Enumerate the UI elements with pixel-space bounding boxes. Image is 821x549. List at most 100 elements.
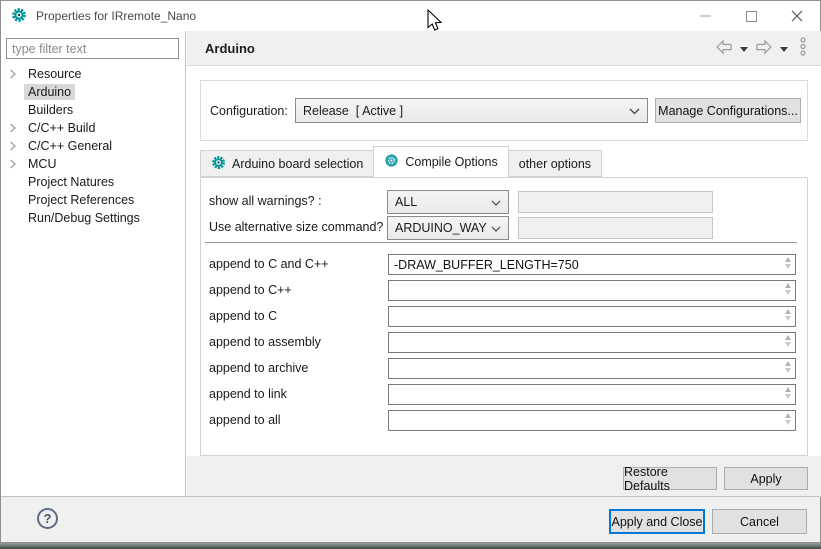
append-assembly-label: append to assembly xyxy=(209,335,321,349)
tab-bar: Arduino board selection Compile Options … xyxy=(200,146,601,177)
main-panel: Arduino xyxy=(187,31,821,497)
configuration-select[interactable]: Release [ Active ] xyxy=(295,98,648,123)
show-all-warnings-select[interactable]: ALL xyxy=(387,190,509,214)
forward-history-caret-icon[interactable] xyxy=(780,41,788,55)
window-drop-shadow xyxy=(0,543,821,549)
sidebar-item-resource[interactable]: Resource xyxy=(1,65,185,83)
app-gear-icon xyxy=(11,7,27,26)
sidebar-item-arduino[interactable]: Arduino xyxy=(1,83,185,101)
compile-gear-icon xyxy=(384,153,399,171)
append-assembly-input[interactable] xyxy=(388,332,796,353)
append-c-input[interactable] xyxy=(388,306,796,327)
configuration-group: Configuration: Release [ Active ] Manage… xyxy=(200,80,808,141)
chevron-right-icon[interactable] xyxy=(9,123,24,133)
tab-label: other options xyxy=(519,157,591,171)
sidebar-item-project-references[interactable]: Project References xyxy=(1,191,185,209)
size-command-select[interactable]: ARDUINO_WAY xyxy=(387,216,509,240)
help-icon[interactable]: ? xyxy=(37,508,58,529)
restore-defaults-button[interactable]: Restore Defaults xyxy=(623,467,717,490)
append-cpp-field xyxy=(388,280,796,301)
section-divider xyxy=(205,242,797,244)
cancel-button[interactable]: Cancel xyxy=(712,509,807,534)
append-all-field xyxy=(388,410,796,431)
minimize-button[interactable] xyxy=(682,1,728,31)
tree-item-label: Project Natures xyxy=(24,174,118,190)
chevron-down-icon xyxy=(629,104,640,118)
append-link-label: append to link xyxy=(209,387,287,401)
minimize-icon xyxy=(700,15,711,17)
spinner-icon xyxy=(783,335,793,347)
show-all-warnings-label: show all warnings? : xyxy=(209,194,322,208)
spinner-icon xyxy=(783,361,793,373)
filter-input[interactable] xyxy=(6,38,179,59)
spinner-icon xyxy=(783,387,793,399)
tab-label: Arduino board selection xyxy=(232,157,363,171)
apply-button[interactable]: Apply xyxy=(724,467,808,490)
spinner-icon xyxy=(783,309,793,321)
spinner-icon xyxy=(783,413,793,425)
chevron-right-icon[interactable] xyxy=(9,159,24,169)
append-archive-label: append to archive xyxy=(209,361,308,375)
sidebar-item-run-debug-settings[interactable]: Run/Debug Settings xyxy=(1,209,185,227)
spinner-icon xyxy=(783,257,793,269)
window-title: Properties for IRremote_Nano xyxy=(36,9,196,23)
close-icon xyxy=(791,10,803,22)
page-header: Arduino xyxy=(187,31,821,66)
tree-item-label: C/C++ General xyxy=(24,138,116,154)
append-cpp-label: append to C++ xyxy=(209,283,292,297)
append-all-input[interactable] xyxy=(388,410,796,431)
tree-item-label: Arduino xyxy=(24,84,75,100)
view-menu-icon[interactable] xyxy=(799,37,807,59)
chevron-down-icon xyxy=(491,221,501,235)
back-arrow-icon[interactable] xyxy=(715,40,733,57)
sidebar: Resource Arduino Builders C/C++ Build C/… xyxy=(1,31,186,497)
warnings-extra-field xyxy=(518,191,713,213)
tree-item-label: MCU xyxy=(24,156,60,172)
tree-item-label: Run/Debug Settings xyxy=(24,210,144,226)
dialog-button-bar: ? Apply and Close Cancel xyxy=(1,496,820,542)
spinner-icon xyxy=(783,283,793,295)
sidebar-item-mcu[interactable]: MCU xyxy=(1,155,185,173)
tree-item-label: Resource xyxy=(24,66,86,82)
append-all-label: append to all xyxy=(209,413,281,427)
sidebar-item-cpp-build[interactable]: C/C++ Build xyxy=(1,119,185,137)
append-archive-field xyxy=(388,358,796,379)
tab-other-options[interactable]: other options xyxy=(508,150,602,177)
maximize-button[interactable] xyxy=(728,1,774,31)
chevron-down-icon xyxy=(491,195,501,209)
append-link-field xyxy=(388,384,796,405)
properties-dialog: Properties for IRremote_Nano Resource Ar… xyxy=(0,0,821,543)
sidebar-item-project-natures[interactable]: Project Natures xyxy=(1,173,185,191)
tab-arduino-board-selection[interactable]: Arduino board selection xyxy=(200,150,374,177)
append-cpp-input[interactable] xyxy=(388,280,796,301)
append-c-label: append to C xyxy=(209,309,277,323)
sidebar-item-builders[interactable]: Builders xyxy=(1,101,185,119)
show-all-warnings-value: ALL xyxy=(395,195,417,209)
tree-item-label: C/C++ Build xyxy=(24,120,99,136)
append-c-cpp-label: append to C and C++ xyxy=(209,257,329,271)
titlebar: Properties for IRremote_Nano xyxy=(1,1,820,31)
tree-item-label: Builders xyxy=(24,102,77,118)
manage-configurations-button[interactable]: Manage Configurations... xyxy=(655,98,801,123)
append-c-cpp-field xyxy=(388,254,796,275)
tab-label: Compile Options xyxy=(405,155,497,169)
forward-arrow-icon[interactable] xyxy=(755,40,773,57)
close-button[interactable] xyxy=(774,1,820,31)
tree-item-label: Project References xyxy=(24,192,138,208)
append-c-cpp-input[interactable] xyxy=(388,254,796,275)
page-title: Arduino xyxy=(205,41,255,56)
size-command-extra-field xyxy=(518,217,713,239)
size-command-value: ARDUINO_WAY xyxy=(395,221,487,235)
append-c-field xyxy=(388,306,796,327)
configuration-label: Configuration: xyxy=(210,104,295,118)
compile-options-panel: show all warnings? : ALL Use alternative… xyxy=(200,177,808,456)
sidebar-item-cpp-general[interactable]: C/C++ General xyxy=(1,137,185,155)
apply-and-close-button[interactable]: Apply and Close xyxy=(609,509,705,534)
append-archive-input[interactable] xyxy=(388,358,796,379)
tab-compile-options[interactable]: Compile Options xyxy=(373,146,508,177)
chevron-right-icon[interactable] xyxy=(9,141,24,151)
append-link-input[interactable] xyxy=(388,384,796,405)
chevron-right-icon[interactable] xyxy=(9,69,24,79)
board-gear-icon xyxy=(211,155,226,173)
back-history-caret-icon[interactable] xyxy=(740,41,748,55)
